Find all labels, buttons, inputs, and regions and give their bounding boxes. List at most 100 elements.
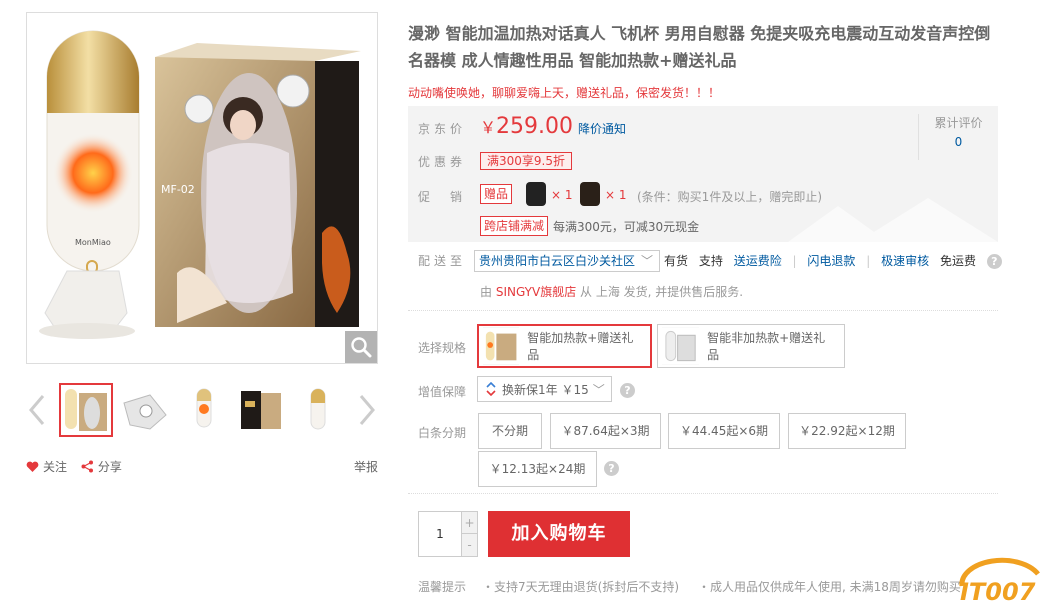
gift-condition: (条件：购买1件及以上，赠完即止) (637, 190, 822, 204)
promo-label: 促 销 (418, 190, 467, 204)
thumb-prev-button[interactable] (26, 393, 48, 427)
spec-option-label: 智能非加热款+赠送礼品 (707, 331, 826, 362)
shipping-label: 配送至 (418, 254, 467, 268)
share-label: 分享 (97, 460, 122, 474)
question-icon[interactable]: ? (986, 254, 1002, 269)
gift-tag: 赠品 (480, 184, 513, 204)
spec-thumb-image (483, 327, 520, 365)
follow-label: 关注 (43, 460, 68, 474)
price-label: 京东价 (418, 122, 467, 136)
thumbnail-image (293, 385, 343, 435)
warranty-select[interactable]: 换新保1年 ￥15 ﹀ (477, 376, 612, 402)
coupon-tag[interactable]: 满300享9.5折 (480, 152, 572, 170)
question-icon[interactable]: ? (620, 383, 635, 398)
shop-discount-tag: 跨店铺满减 (480, 216, 549, 236)
quantity-input[interactable]: 1 (419, 512, 461, 556)
thumbnail-4[interactable] (233, 383, 287, 437)
question-icon[interactable]: ? (604, 461, 619, 476)
installment-option-0[interactable]: 不分期 (478, 413, 542, 449)
gift-item-1[interactable] (526, 182, 546, 206)
free-shipping: 免运费 (939, 254, 976, 268)
shipping-services: 有货 支持 送运费险 | 闪电退款 | 极速审核 免运费 ? (664, 252, 1009, 269)
separator: | (866, 254, 871, 268)
price-notify-link[interactable]: 降价通知 (578, 120, 626, 137)
price-currency: ￥ (480, 118, 497, 137)
social-actions: 关注 分享 举报 (26, 458, 378, 474)
report-link[interactable]: 举报 (354, 458, 378, 475)
chevron-right-icon (359, 395, 375, 425)
box-model-text: MF-02 (161, 183, 195, 196)
spec-label: 选择规格 (418, 341, 467, 355)
shop-discount-text: 每满300元，可减30元现金 (553, 220, 700, 234)
shipping-row: 配送至 贵州贵阳市白云区白沙关社区 ﹀ 有货 支持 送运费险 | 闪电退款 | … (418, 250, 1002, 272)
price-summary-panel: 京东价 ￥ 259.00 降价通知 累计评价 0 优惠券 满300享9.5折 促… (408, 106, 998, 242)
thumbnail-carousel (26, 383, 378, 439)
promo-slogan: 动动嘴使唤她，聊聊爱嗨上天，赠送礼品，保密发货！！！ (408, 86, 721, 100)
device-brand-text: MonMiao (75, 238, 111, 247)
gift-qty-2: × 1 (605, 188, 627, 202)
main-product-image[interactable]: MonMiao MF-02 (26, 12, 378, 364)
separator: | (792, 254, 797, 268)
spec-option-heated[interactable]: 智能加热款+赠送礼品 (477, 324, 652, 368)
seller-shop-link[interactable]: SINGYV旗舰店 (496, 285, 576, 299)
divider (408, 310, 998, 311)
thumb-next-button[interactable] (356, 393, 378, 427)
price: ￥ 259.00 (480, 114, 573, 139)
spec-option-unheated[interactable]: 智能非加热款+赠送礼品 (657, 324, 845, 368)
product-title: 漫渺 智能加温加热对话真人 飞机杯 男用自慰器 免提夹吸充电震动互动发音声控倒名… (408, 24, 991, 70)
address-selector[interactable]: 贵州贵阳市白云区白沙关社区 ﹀ (474, 250, 660, 272)
watermark-logo: IT007 (959, 557, 1040, 606)
chevron-down-icon: ﹀ (592, 382, 605, 397)
share-button[interactable]: 分享 (81, 458, 122, 475)
installment-option-12[interactable]: ￥22.92起×12期 (788, 413, 906, 449)
chevron-down-icon: ﹀ (640, 254, 653, 268)
gift-qty-1: × 1 (551, 188, 573, 202)
insurance-link[interactable]: 送运费险 (734, 254, 782, 268)
installment-option-6[interactable]: ￥44.45起×6期 (668, 413, 780, 449)
tip-age-restriction: ・成人用品仅供成年人使用, 未满18周岁请勿购买 (698, 580, 961, 594)
stock-status: 有货 (664, 254, 689, 268)
zoom-button[interactable] (345, 331, 377, 363)
thumbnail-5[interactable] (291, 383, 345, 437)
installment-option-24[interactable]: ￥12.13起×24期 (478, 451, 597, 487)
watermark-text: IT007 (960, 578, 1036, 606)
thumbnail-1[interactable] (59, 383, 113, 437)
installment-label: 白条分期 (418, 426, 467, 440)
thumbnail-image (120, 385, 170, 435)
gift-item-2[interactable] (580, 182, 600, 206)
seller-prefix: 由 (480, 285, 493, 299)
thumbnail-image (235, 385, 285, 435)
comment-label: 累计评价 (934, 116, 983, 130)
thumbnail-2[interactable] (118, 383, 172, 437)
quantity-stepper: 1 + - (418, 511, 478, 557)
coupon-label: 优惠券 (418, 155, 467, 169)
tips-label: 温馨提示 (418, 580, 467, 594)
tip-return-policy: ・支持7天无理由退货(拆封后不支持) (482, 580, 679, 594)
quantity-decrease-button[interactable]: - (461, 534, 477, 556)
fast-review-link[interactable]: 极速审核 (881, 254, 929, 268)
comment-summary[interactable]: 累计评价 0 (918, 114, 998, 160)
thumbnail-image (179, 385, 229, 435)
support-label: 支持 (698, 254, 723, 268)
thumbnail-3[interactable] (177, 383, 231, 437)
share-icon (81, 460, 93, 473)
heart-icon (26, 461, 39, 472)
seller-info: 由 SINGYV旗舰店 从 上海 发货, 并提供售后服务. (480, 283, 743, 300)
add-to-cart-button[interactable]: 加入购物车 (488, 511, 630, 557)
spec-thumb-image (662, 327, 700, 365)
follow-button[interactable]: 关注 (26, 458, 67, 475)
warranty-label: 增值保障 (418, 385, 467, 399)
spec-option-label: 智能加热款+赠送礼品 (527, 331, 634, 362)
warranty-value: 换新保1年 ￥15 (502, 382, 589, 397)
flash-refund-link[interactable]: 闪电退款 (807, 254, 855, 268)
comment-count[interactable]: 0 (919, 135, 998, 149)
magnifier-icon (351, 337, 372, 358)
seller-suffix: 从 上海 发货, 并提供售后服务. (580, 285, 744, 299)
product-photo: MonMiao MF-02 (27, 13, 377, 363)
quantity-increase-button[interactable]: + (461, 512, 477, 534)
divider (408, 493, 998, 494)
chevron-left-icon (29, 395, 45, 425)
installment-option-3[interactable]: ￥87.64起×3期 (550, 413, 661, 449)
address-value: 贵州贵阳市白云区白沙关社区 (479, 254, 636, 268)
price-value: 259.00 (496, 114, 573, 139)
